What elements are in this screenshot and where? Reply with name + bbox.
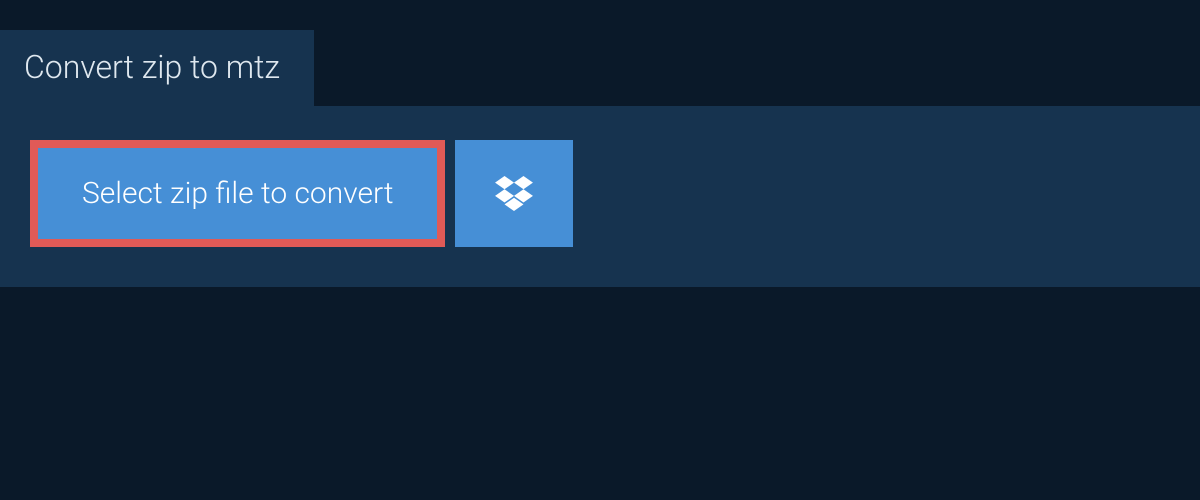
page-title-tab: Convert zip to mtz — [0, 30, 314, 106]
select-file-button[interactable]: Select zip file to convert — [30, 140, 445, 247]
dropbox-icon — [495, 176, 533, 212]
button-row: Select zip file to convert — [30, 140, 1170, 247]
content-panel: Select zip file to convert — [0, 106, 1200, 287]
dropbox-button[interactable] — [455, 140, 573, 247]
page-title: Convert zip to mtz — [24, 48, 280, 86]
select-file-label: Select zip file to convert — [82, 176, 393, 211]
